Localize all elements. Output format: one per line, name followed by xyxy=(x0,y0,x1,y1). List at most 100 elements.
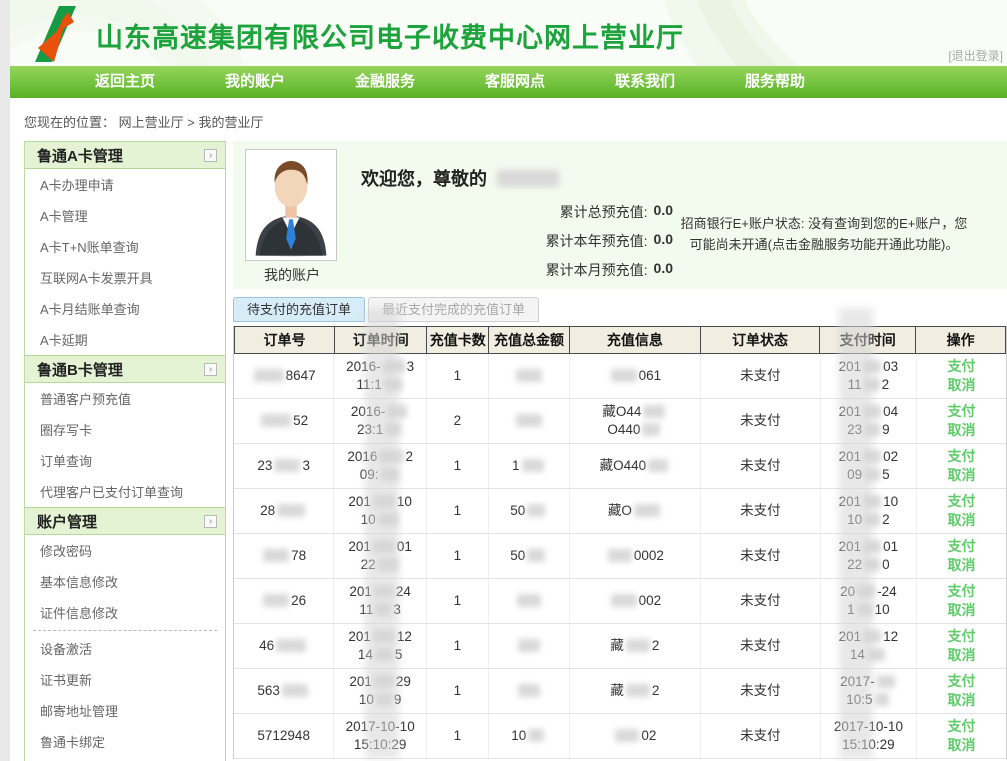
nav-item-1[interactable]: 返回主页 xyxy=(60,66,190,98)
page: 山东高速集团有限公司电子收费中心网上营业厅 [退出登录] 返回主页我的账户金融服… xyxy=(10,0,1007,761)
censored-text xyxy=(384,378,402,391)
pay-link[interactable]: 支付 xyxy=(948,582,976,601)
censored-text xyxy=(527,549,545,562)
censored-text xyxy=(864,378,880,391)
cell-pay_time: 20101220 xyxy=(821,534,918,578)
censored-text xyxy=(516,414,542,427)
pay-link[interactable]: 支付 xyxy=(948,447,976,466)
sidebar-item[interactable]: 邮寄地址管理 xyxy=(25,695,225,726)
sidebar-item[interactable]: 普通客户预充值 xyxy=(25,383,225,414)
censored-text xyxy=(373,630,395,643)
censored-text xyxy=(261,414,291,427)
column-header: 支付时间 xyxy=(820,327,916,353)
nav-item-3[interactable]: 金融服务 xyxy=(320,66,450,98)
main-content: 我的账户 欢迎您，尊敬的 累计总预充值:0.0累计本年预充值:0.0累计本月预充… xyxy=(233,141,1007,759)
cell-cards: 1 xyxy=(427,669,489,713)
sidebar-section-header: 鲁通A卡管理› xyxy=(25,141,225,169)
cell-status: 未支付 xyxy=(701,534,821,578)
cell-status: 未支付 xyxy=(701,444,821,488)
sidebar-item[interactable]: 修改密码 xyxy=(25,535,225,566)
cell-status: 未支付 xyxy=(701,669,821,713)
sidebar-item[interactable]: 基本信息修改 xyxy=(25,566,225,597)
pay-link[interactable]: 支付 xyxy=(948,537,976,556)
censored-text xyxy=(379,450,403,463)
cell-pay_time: 2017-10:5 xyxy=(821,669,918,713)
censored-text xyxy=(634,504,660,517)
sidebar-item[interactable]: A卡管理 xyxy=(25,200,225,231)
censored-text xyxy=(528,729,544,742)
sidebar-item[interactable]: 互联网A卡发票开具 xyxy=(25,262,225,293)
cell-info: 061 xyxy=(570,354,701,398)
tab-2[interactable]: 最近支付完成的充值订单 xyxy=(368,297,539,322)
site-title: 山东高速集团有限公司电子收费中心网上营业厅 xyxy=(96,16,684,55)
cell-amount: 10 xyxy=(489,714,570,758)
stat-label: 累计总预充值: xyxy=(560,202,648,222)
nav-item-6[interactable]: 服务帮助 xyxy=(710,66,840,98)
cell-cards: 1 xyxy=(427,534,489,578)
censored-text xyxy=(608,549,632,562)
pay-link[interactable]: 支付 xyxy=(948,402,976,421)
cell-cards: 1 xyxy=(427,444,489,488)
cancel-link[interactable]: 取消 xyxy=(948,646,976,665)
table-header-row: 订单号订单时间充值卡数充值总金额充值信息订单状态支付时间操作 xyxy=(234,326,1006,354)
censored-text xyxy=(381,468,399,481)
cell-time: 2017-10-1015:10:29 xyxy=(334,714,427,758)
sidebar-item[interactable]: 证书更新 xyxy=(25,664,225,695)
row-actions: 支付取消 xyxy=(917,354,1006,398)
nav-item-4[interactable]: 客服网点 xyxy=(450,66,580,98)
section-expand-icon[interactable]: › xyxy=(204,149,217,162)
censored-text xyxy=(615,729,639,742)
cell-status: 未支付 xyxy=(701,579,821,623)
section-expand-icon[interactable]: › xyxy=(204,515,217,528)
cancel-link[interactable]: 取消 xyxy=(948,376,976,395)
sidebar-item[interactable]: 鲁通卡消费明细查询 xyxy=(25,757,225,761)
pay-link[interactable]: 支付 xyxy=(948,717,976,736)
censored-text xyxy=(387,405,407,418)
cell-cards: 1 xyxy=(427,579,489,623)
cell-status: 未支付 xyxy=(701,354,821,398)
censored-text xyxy=(527,504,545,517)
stat-row: 累计本月预充值:0.0 xyxy=(383,260,673,280)
censored-text xyxy=(864,423,880,436)
pay-link[interactable]: 支付 xyxy=(948,492,976,511)
sidebar-item[interactable]: A卡月结账单查询 xyxy=(25,293,225,324)
censored-text xyxy=(263,549,289,562)
sidebar-item[interactable]: 圈存写卡 xyxy=(25,414,225,445)
row-actions: 支付取消 xyxy=(917,489,1006,533)
tab-1[interactable]: 待支付的充值订单 xyxy=(233,297,365,322)
cancel-link[interactable]: 取消 xyxy=(948,736,976,755)
pay-link[interactable]: 支付 xyxy=(948,627,976,646)
cancel-link[interactable]: 取消 xyxy=(948,466,976,485)
sidebar-item[interactable]: 订单查询 xyxy=(25,445,225,476)
sidebar-item[interactable]: 鲁通卡绑定 xyxy=(25,726,225,757)
censored-text xyxy=(626,684,650,697)
sidebar-item[interactable]: 设备激活 xyxy=(25,633,225,664)
cancel-link[interactable]: 取消 xyxy=(948,421,976,440)
section-expand-icon[interactable]: › xyxy=(204,363,217,376)
nav-item-5[interactable]: 联系我们 xyxy=(580,66,710,98)
pay-link[interactable]: 支付 xyxy=(948,672,976,691)
cell-pay_time: 2011214 xyxy=(821,624,918,668)
cancel-link[interactable]: 取消 xyxy=(948,601,976,620)
cell-time: 2016-311:1 xyxy=(334,354,427,398)
logout-link[interactable]: [退出登录] xyxy=(948,47,1003,64)
cell-cards: 1 xyxy=(427,714,489,758)
cancel-link[interactable]: 取消 xyxy=(948,691,976,710)
recharge-stats: 累计总预充值:0.0累计本年预充值:0.0累计本月预充值:0.0 xyxy=(383,193,673,280)
censored-text xyxy=(374,585,394,598)
column-header: 充值总金额 xyxy=(489,327,570,353)
cell-pay_time: 20104239 xyxy=(821,399,918,443)
sidebar-item[interactable]: 代理客户已支付订单查询 xyxy=(25,476,225,507)
breadcrumb: 您现在的位置： 网上营业厅 > 我的营业厅 xyxy=(10,98,1007,141)
nav-item-2[interactable]: 我的账户 xyxy=(190,66,320,98)
cancel-link[interactable]: 取消 xyxy=(948,556,976,575)
sidebar-item[interactable]: 证件信息修改 xyxy=(25,597,225,628)
censored-text xyxy=(378,558,398,571)
cancel-link[interactable]: 取消 xyxy=(948,511,976,530)
sidebar-item[interactable]: A卡T+N账单查询 xyxy=(25,231,225,262)
cell-order: 52 xyxy=(234,399,334,443)
sidebar-item[interactable]: A卡办理申请 xyxy=(25,169,225,200)
cell-order: 563 xyxy=(234,669,334,713)
pay-link[interactable]: 支付 xyxy=(948,357,976,376)
sidebar-item[interactable]: A卡延期 xyxy=(25,324,225,355)
